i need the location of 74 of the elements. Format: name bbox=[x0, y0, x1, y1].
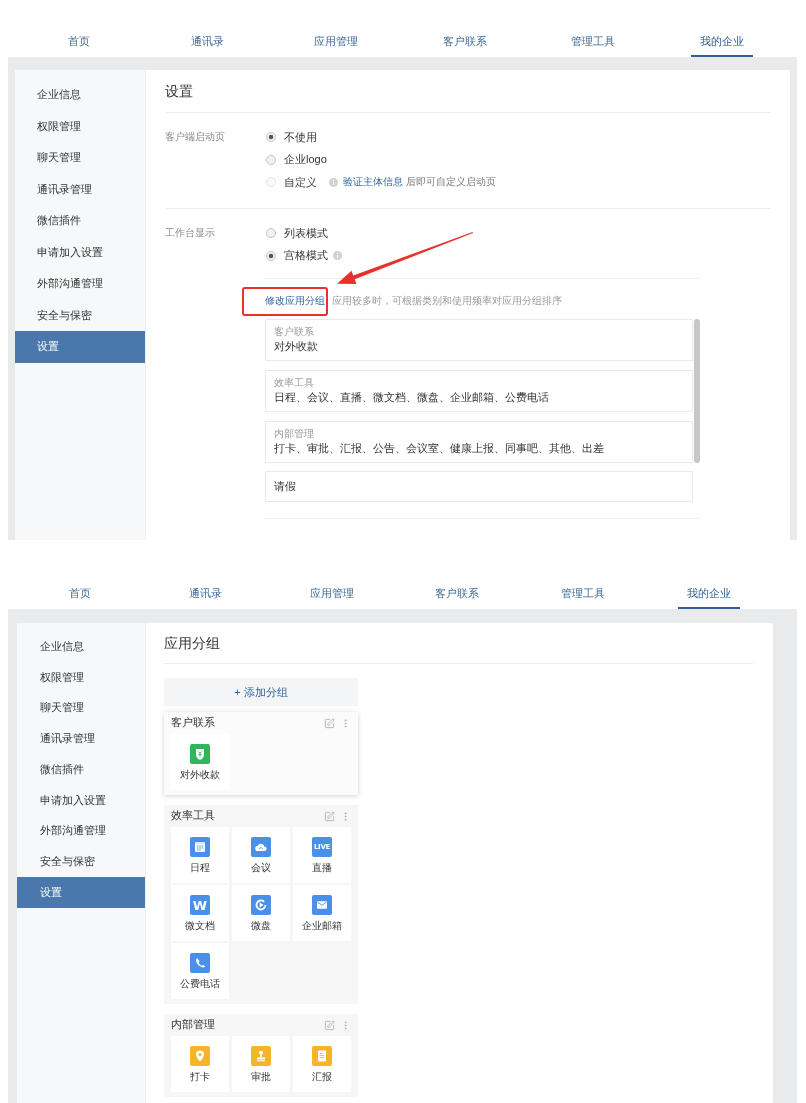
sidebar-item[interactable]: 设置 bbox=[17, 877, 145, 908]
scrollbar[interactable] bbox=[694, 319, 700, 463]
nav-tab[interactable]: 首页 bbox=[59, 585, 100, 609]
group-title: 内部管理 bbox=[274, 427, 315, 440]
group-apps: 请假 bbox=[274, 479, 297, 494]
page-title: 设置 bbox=[165, 70, 770, 113]
edit-groups-link[interactable]: 修改应用分组 bbox=[265, 293, 325, 309]
app-tile[interactable]: 打卡 bbox=[171, 1036, 229, 1092]
sidebar-item[interactable]: 通讯录管理 bbox=[17, 723, 145, 754]
nav-tab[interactable]: 管理工具 bbox=[562, 33, 625, 57]
group-box[interactable]: 效率工具 日程、会议、直播、微文档、微盘、企业邮箱、公费电话 bbox=[265, 370, 693, 412]
edit-icon[interactable] bbox=[324, 1019, 335, 1031]
app-tile[interactable]: 日程 bbox=[171, 827, 229, 883]
app-tile[interactable]: 审批 bbox=[232, 1036, 290, 1092]
group-box[interactable]: 内部管理 打卡、审批、汇报、公告、会议室、健康上报、同事吧、其他、出差 bbox=[265, 421, 693, 463]
group-box[interactable]: 客户联系 对外收款 bbox=[265, 319, 693, 361]
setting-label: 客户端启动页 bbox=[165, 130, 226, 144]
option-label: 自定义 bbox=[284, 174, 317, 190]
setting-label: 工作台显示 bbox=[165, 226, 216, 240]
option-note: 后即可自定义启动页 bbox=[406, 175, 496, 190]
group-title: 内部管理 bbox=[171, 1018, 216, 1032]
edit-icon[interactable] bbox=[324, 717, 335, 729]
option-label: 不使用 bbox=[284, 129, 317, 145]
sidebar-item[interactable]: 权限管理 bbox=[15, 110, 145, 142]
hint-text: 应用较多时，可根据类别和使用频率对应用分组排序 bbox=[332, 294, 562, 308]
app-tile[interactable]: 汇报 bbox=[293, 1036, 351, 1092]
sidebar-item[interactable]: 权限管理 bbox=[17, 661, 145, 693]
sidebar-item[interactable]: 安全与保密 bbox=[15, 299, 145, 331]
group-box[interactable]: 请假 bbox=[265, 471, 693, 502]
sidebar-item[interactable]: 设置 bbox=[15, 331, 145, 363]
nav-tab[interactable]: 通讯录 bbox=[180, 585, 232, 609]
letter-logo: W bbox=[190, 895, 210, 915]
nav-tab[interactable]: 首页 bbox=[59, 33, 100, 57]
sidebar-item[interactable]: 聊天管理 bbox=[15, 142, 145, 174]
group-title: 客户联系 bbox=[274, 325, 315, 338]
radio-button[interactable] bbox=[266, 154, 276, 165]
sidebar-item[interactable]: 微信插件 bbox=[15, 205, 145, 237]
nav-tab[interactable]: 客户联系 bbox=[426, 585, 489, 609]
group-title: 效率工具 bbox=[171, 809, 216, 823]
option-label: 列表模式 bbox=[284, 225, 328, 241]
radio-button[interactable] bbox=[266, 250, 276, 261]
radio-button[interactable] bbox=[266, 132, 276, 143]
app-tile[interactable]: 微盘 bbox=[232, 885, 290, 941]
group-apps: 对外收款 bbox=[274, 339, 319, 354]
app-tile[interactable]: 企业邮箱 bbox=[293, 885, 351, 941]
add-group-button[interactable]: + 添加分组 bbox=[164, 678, 358, 706]
sidebar-item[interactable]: 申请加入设置 bbox=[17, 784, 145, 816]
sidebar-item[interactable]: 微信插件 bbox=[17, 754, 145, 785]
sidebar-item[interactable]: 聊天管理 bbox=[17, 692, 145, 724]
sidebar-item[interactable]: 安全与保密 bbox=[17, 846, 145, 877]
group-title: 效率工具 bbox=[274, 376, 315, 389]
sidebar-item[interactable]: 外部沟通管理 bbox=[15, 268, 145, 300]
nav-tab[interactable]: 通讯录 bbox=[182, 33, 234, 57]
group-apps: 打卡、审批、汇报、公告、会议室、健康上报、同事吧、其他、出差 bbox=[274, 441, 605, 456]
option-label: 企业logo bbox=[284, 152, 327, 168]
edit-icon[interactable] bbox=[324, 810, 335, 822]
app-tile[interactable]: W 微文档 bbox=[171, 885, 229, 941]
sidebar-item[interactable]: 企业信息 bbox=[17, 631, 145, 662]
sidebar-item[interactable]: 申请加入设置 bbox=[15, 236, 145, 268]
sidebar-item[interactable]: 企业信息 bbox=[15, 79, 145, 111]
option-label: 宫格模式 bbox=[284, 248, 328, 264]
radio-button[interactable] bbox=[266, 228, 276, 239]
group-title: 客户联系 bbox=[171, 716, 216, 730]
page-title: 应用分组 bbox=[164, 623, 753, 664]
nav-tab[interactable]: 客户联系 bbox=[433, 33, 496, 57]
nav-tab[interactable]: 应用管理 bbox=[305, 33, 368, 57]
app-tile[interactable]: 对外收款 bbox=[171, 734, 229, 790]
app-tile[interactable]: 公费电话 bbox=[171, 943, 229, 999]
sidebar-item[interactable]: 通讯录管理 bbox=[15, 173, 145, 205]
group-apps: 日程、会议、直播、微文档、微盘、企业邮箱、公费电话 bbox=[274, 390, 550, 405]
app-tile[interactable]: 会议 bbox=[232, 827, 290, 883]
nav-tab[interactable]: 管理工具 bbox=[552, 585, 615, 609]
sidebar-item[interactable]: 外部沟通管理 bbox=[17, 815, 145, 847]
nav-tab[interactable]: 应用管理 bbox=[300, 585, 363, 609]
